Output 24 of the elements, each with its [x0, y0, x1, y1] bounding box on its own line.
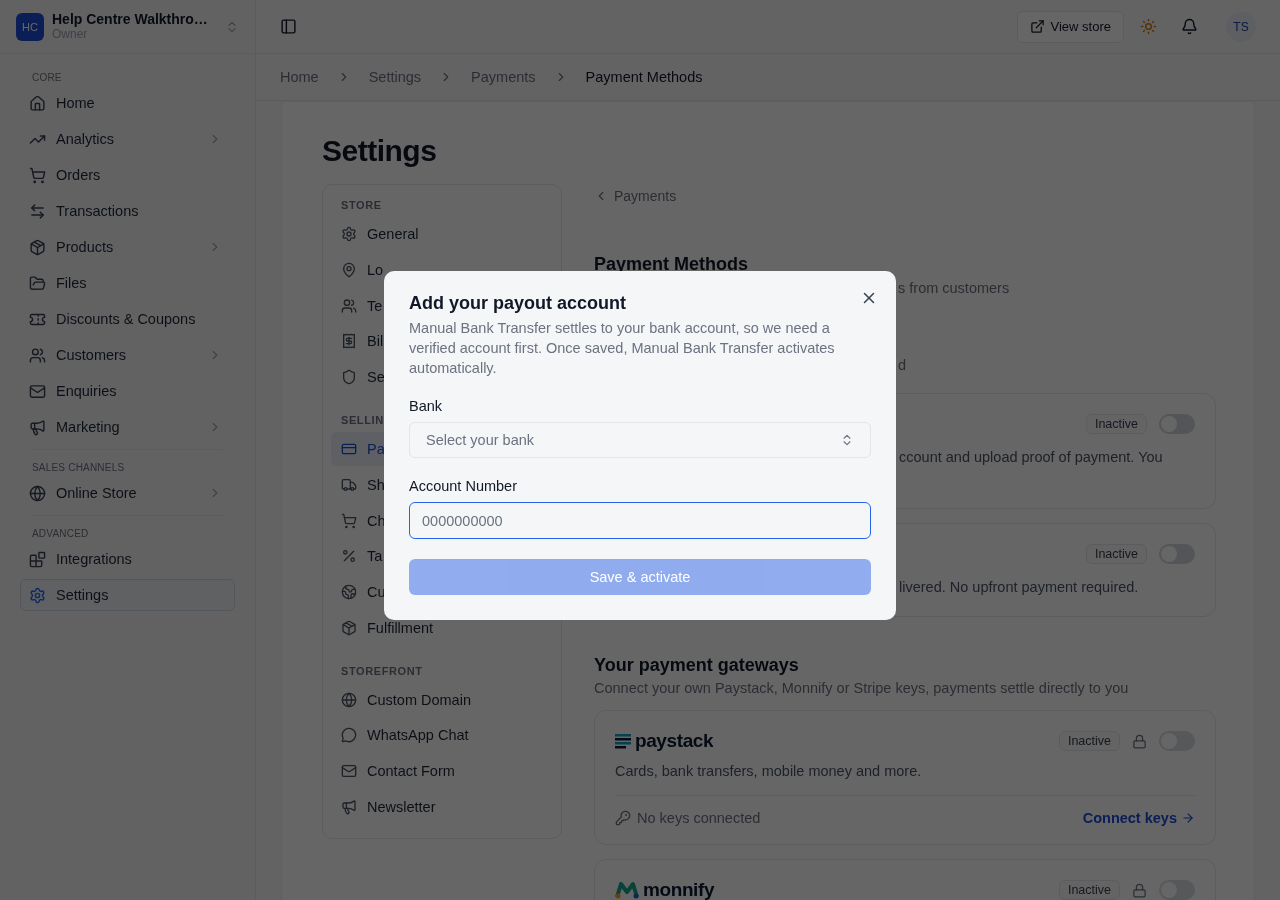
- note-text: d: [898, 356, 907, 375]
- gateway-logo: paystack: [635, 730, 714, 752]
- gateway-logo: monnify: [643, 879, 715, 900]
- keys-status: No keys connected: [637, 810, 761, 826]
- section-subtitle: Connect your own Paystack, Monnify or Stripe keys, payments settle directly to you: [594, 680, 1130, 696]
- status-badge: Inactive: [1085, 544, 1147, 564]
- gateway-description: Cards, bank transfers, mobile money and more.: [615, 763, 923, 779]
- dialog-title: Add your payout account: [409, 293, 627, 314]
- dialog-description: Manual Bank Transfer settles to your bank account, so we need a verified account first. Once saved, Manual Bank Transfer activates automatically.: [409, 319, 836, 378]
- status-badge: Inactive: [1085, 414, 1147, 434]
- status-badge: Inactive: [1058, 731, 1120, 751]
- field-label: Account Number: [409, 478, 518, 494]
- section-title: Your payment gateways: [594, 655, 800, 676]
- section-subtitle: s from customers: [898, 279, 1010, 298]
- field-label: Bank: [409, 398, 444, 414]
- page-title: Settings: [322, 134, 438, 168]
- method-description: ccount and upload proof of payment. You: [899, 448, 1163, 467]
- section-label: STOREFRONT: [340, 663, 424, 679]
- section-label: STORE: [340, 198, 383, 213]
- workspace-name: Help Centre Walkthro…: [52, 11, 209, 27]
- status-badge: Inactive: [1058, 880, 1120, 900]
- method-description: livered. No upfront payment required.: [899, 578, 1139, 597]
- section-title: Payment Methods: [594, 254, 749, 274]
- section-label: SELLIN: [340, 412, 385, 428]
